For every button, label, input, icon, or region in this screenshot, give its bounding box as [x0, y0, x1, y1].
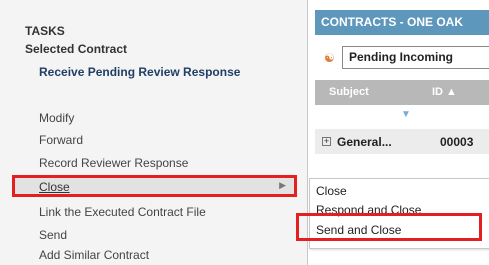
- tasks-pane: TASKS Selected Contract Receive Pending …: [0, 0, 308, 265]
- task-close[interactable]: Close ▶: [12, 175, 297, 197]
- expand-plus-icon[interactable]: +: [322, 137, 331, 146]
- column-header-id[interactable]: ID ▲: [432, 86, 457, 98]
- filter-icon[interactable]: ▼: [401, 109, 411, 120]
- task-add-similar-contract[interactable]: Add Similar Contract: [39, 248, 149, 262]
- user-group-icon: ☯: [324, 51, 335, 65]
- cell-subject: General...: [337, 135, 392, 149]
- receive-pending-review-response-link[interactable]: Receive Pending Review Response: [39, 66, 279, 79]
- task-link-executed-contract[interactable]: Link the Executed Contract File: [39, 205, 206, 219]
- cell-id: 00003: [440, 135, 474, 149]
- grid-header: Subject ID ▲: [315, 80, 489, 105]
- table-row[interactable]: + General... 00003: [315, 129, 489, 154]
- task-forward[interactable]: Forward: [39, 133, 83, 147]
- task-close-label: Close: [39, 180, 70, 194]
- task-record-reviewer-response[interactable]: Record Reviewer Response: [39, 156, 188, 170]
- chevron-right-icon: ▶: [279, 180, 286, 190]
- contract-filter-select[interactable]: Pending Incoming: [342, 46, 489, 69]
- send-and-close-highlight: [296, 213, 482, 241]
- contracts-panel-header: CONTRACTS - ONE OAK: [315, 10, 489, 35]
- task-send[interactable]: Send: [39, 228, 67, 242]
- column-header-subject[interactable]: Subject: [329, 86, 369, 98]
- menu-item-close[interactable]: Close: [316, 184, 347, 198]
- tasks-title: TASKS: [25, 24, 65, 38]
- selected-contract-heading: Selected Contract: [25, 42, 128, 56]
- grid-filter-row: ▼: [315, 105, 489, 130]
- task-modify[interactable]: Modify: [39, 111, 74, 125]
